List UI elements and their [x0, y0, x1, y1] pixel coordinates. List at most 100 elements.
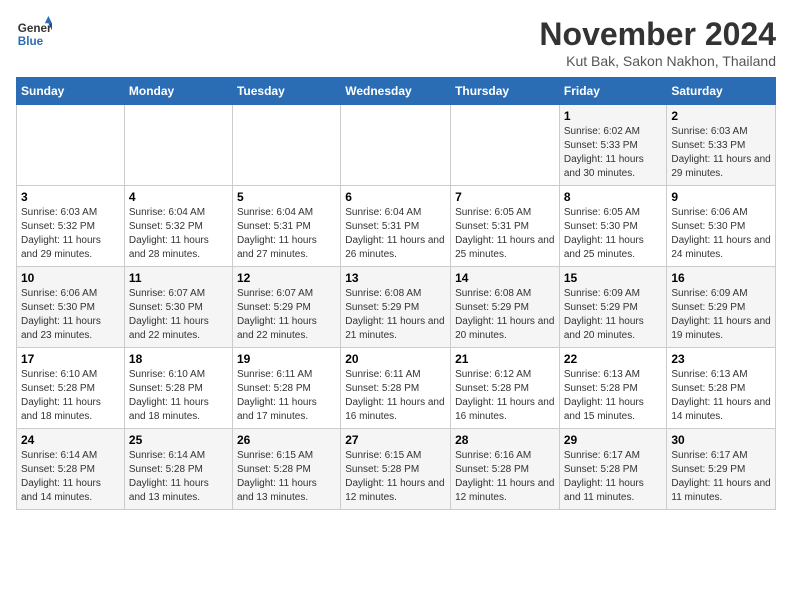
day-info: Sunrise: 6:04 AM Sunset: 5:32 PM Dayligh… — [129, 206, 228, 262]
calendar-cell — [124, 105, 232, 186]
svg-text:General: General — [18, 22, 52, 35]
calendar-cell: 13 Sunrise: 6:08 AM Sunset: 5:29 PM Dayli… — [341, 267, 451, 348]
calendar-cell: 1 Sunrise: 6:02 AM Sunset: 5:33 PM Daylig… — [559, 105, 667, 186]
day-info: Sunrise: 6:08 AM Sunset: 5:29 PM Dayligh… — [455, 287, 555, 343]
day-info: Sunrise: 6:13 AM Sunset: 5:28 PM Dayligh… — [671, 368, 771, 424]
col-header-tuesday: Tuesday — [232, 78, 340, 105]
day-info: Sunrise: 6:04 AM Sunset: 5:31 PM Dayligh… — [237, 206, 336, 262]
day-number: 19 — [237, 352, 336, 366]
calendar-cell: 26 Sunrise: 6:15 AM Sunset: 5:28 PM Dayli… — [232, 429, 340, 510]
calendar-subtitle: Kut Bak, Sakon Nakhon, Thailand — [539, 53, 776, 69]
day-number: 30 — [671, 433, 771, 447]
day-number: 3 — [21, 190, 120, 204]
calendar-cell: 6Sunrise: 6:04 AM Sunset: 5:31 PM Daylig… — [341, 186, 451, 267]
calendar-table: SundayMondayTuesdayWednesdayThursdayFrid… — [16, 77, 776, 510]
calendar-cell: 10Sunrise: 6:06 AM Sunset: 5:30 PM Dayli… — [17, 267, 125, 348]
day-number: 15 — [564, 271, 663, 285]
day-number: 21 — [455, 352, 555, 366]
svg-text:Blue: Blue — [18, 35, 44, 48]
calendar-cell — [451, 105, 560, 186]
calendar-cell: 8 Sunrise: 6:05 AM Sunset: 5:30 PM Daylig… — [559, 186, 667, 267]
calendar-week-row: 24 Sunrise: 6:14 AM Sunset: 5:28 PM Dayli… — [17, 429, 776, 510]
calendar-cell: 19 Sunrise: 6:11 AM Sunset: 5:28 PM Dayli… — [232, 348, 340, 429]
calendar-cell: 29 Sunrise: 6:17 AM Sunset: 5:28 PM Dayli… — [559, 429, 667, 510]
calendar-cell — [232, 105, 340, 186]
calendar-cell: 5 Sunrise: 6:04 AM Sunset: 5:31 PM Daylig… — [232, 186, 340, 267]
calendar-cell: 3 Sunrise: 6:03 AM Sunset: 5:32 PM Daylig… — [17, 186, 125, 267]
day-number: 20 — [345, 352, 446, 366]
day-number: 13 — [345, 271, 446, 285]
day-info: Sunrise: 6:13 AM Sunset: 5:28 PM Dayligh… — [564, 368, 663, 424]
calendar-cell: 28Sunrise: 6:16 AM Sunset: 5:28 PM Dayli… — [451, 429, 560, 510]
day-number: 18 — [129, 352, 228, 366]
day-number: 14 — [455, 271, 555, 285]
calendar-cell: 22Sunrise: 6:13 AM Sunset: 5:28 PM Dayli… — [559, 348, 667, 429]
col-header-sunday: Sunday — [17, 78, 125, 105]
calendar-cell: 23Sunrise: 6:13 AM Sunset: 5:28 PM Dayli… — [667, 348, 776, 429]
day-info: Sunrise: 6:17 AM Sunset: 5:29 PM Dayligh… — [671, 449, 771, 505]
day-number: 16 — [671, 271, 771, 285]
day-number: 6 — [345, 190, 446, 204]
day-info: Sunrise: 6:09 AM Sunset: 5:29 PM Dayligh… — [564, 287, 663, 343]
day-number: 24 — [21, 433, 120, 447]
day-info: Sunrise: 6:15 AM Sunset: 5:28 PM Dayligh… — [237, 449, 336, 505]
day-info: Sunrise: 6:08 AM Sunset: 5:29 PM Dayligh… — [345, 287, 446, 343]
day-number: 28 — [455, 433, 555, 447]
day-number: 4 — [129, 190, 228, 204]
calendar-cell: 16Sunrise: 6:09 AM Sunset: 5:29 PM Dayli… — [667, 267, 776, 348]
day-info: Sunrise: 6:03 AM Sunset: 5:33 PM Dayligh… — [671, 125, 771, 181]
day-number: 27 — [345, 433, 446, 447]
day-number: 7 — [455, 190, 555, 204]
calendar-cell: 24 Sunrise: 6:14 AM Sunset: 5:28 PM Dayli… — [17, 429, 125, 510]
header: General Blue November 2024 Kut Bak, Sako… — [16, 16, 776, 69]
day-info: Sunrise: 6:11 AM Sunset: 5:28 PM Dayligh… — [237, 368, 336, 424]
logo-icon: General Blue — [16, 16, 52, 52]
day-info: Sunrise: 6:02 AM Sunset: 5:33 PM Dayligh… — [564, 125, 663, 181]
day-number: 10 — [21, 271, 120, 285]
day-info: Sunrise: 6:03 AM Sunset: 5:32 PM Dayligh… — [21, 206, 120, 262]
calendar-title: November 2024 — [539, 16, 776, 53]
calendar-cell: 15 Sunrise: 6:09 AM Sunset: 5:29 PM Dayli… — [559, 267, 667, 348]
day-info: Sunrise: 6:17 AM Sunset: 5:28 PM Dayligh… — [564, 449, 663, 505]
day-number: 12 — [237, 271, 336, 285]
day-info: Sunrise: 6:14 AM Sunset: 5:28 PM Dayligh… — [129, 449, 228, 505]
calendar-cell: 9 Sunrise: 6:06 AM Sunset: 5:30 PM Daylig… — [667, 186, 776, 267]
calendar-week-row: 17 Sunrise: 6:10 AM Sunset: 5:28 PM Dayli… — [17, 348, 776, 429]
day-info: Sunrise: 6:05 AM Sunset: 5:30 PM Dayligh… — [564, 206, 663, 262]
day-info: Sunrise: 6:07 AM Sunset: 5:30 PM Dayligh… — [129, 287, 228, 343]
day-number: 8 — [564, 190, 663, 204]
calendar-cell: 18 Sunrise: 6:10 AM Sunset: 5:28 PM Dayli… — [124, 348, 232, 429]
day-number: 17 — [21, 352, 120, 366]
day-number: 2 — [671, 109, 771, 123]
logo: General Blue — [16, 16, 52, 52]
day-info: Sunrise: 6:06 AM Sunset: 5:30 PM Dayligh… — [671, 206, 771, 262]
day-number: 26 — [237, 433, 336, 447]
day-info: Sunrise: 6:12 AM Sunset: 5:28 PM Dayligh… — [455, 368, 555, 424]
calendar-cell: 30 Sunrise: 6:17 AM Sunset: 5:29 PM Dayli… — [667, 429, 776, 510]
day-number: 29 — [564, 433, 663, 447]
day-info: Sunrise: 6:05 AM Sunset: 5:31 PM Dayligh… — [455, 206, 555, 262]
day-number: 1 — [564, 109, 663, 123]
title-area: November 2024 Kut Bak, Sakon Nakhon, Tha… — [539, 16, 776, 69]
col-header-thursday: Thursday — [451, 78, 560, 105]
calendar-cell: 14 Sunrise: 6:08 AM Sunset: 5:29 PM Dayli… — [451, 267, 560, 348]
calendar-cell — [341, 105, 451, 186]
calendar-cell: 17Sunrise: 6:10 AM Sunset: 5:28 PM Dayli… — [17, 348, 125, 429]
calendar-week-row: 10Sunrise: 6:06 AM Sunset: 5:30 PM Dayli… — [17, 267, 776, 348]
col-header-wednesday: Wednesday — [341, 78, 451, 105]
calendar-cell: 11 Sunrise: 6:07 AM Sunset: 5:30 PM Dayli… — [124, 267, 232, 348]
day-number: 11 — [129, 271, 228, 285]
col-header-monday: Monday — [124, 78, 232, 105]
calendar-cell: 25Sunrise: 6:14 AM Sunset: 5:28 PM Dayli… — [124, 429, 232, 510]
day-info: Sunrise: 6:15 AM Sunset: 5:28 PM Dayligh… — [345, 449, 446, 505]
calendar-cell: 21 Sunrise: 6:12 AM Sunset: 5:28 PM Dayli… — [451, 348, 560, 429]
calendar-cell — [17, 105, 125, 186]
calendar-week-row: 3 Sunrise: 6:03 AM Sunset: 5:32 PM Daylig… — [17, 186, 776, 267]
day-info: Sunrise: 6:14 AM Sunset: 5:28 PM Dayligh… — [21, 449, 120, 505]
calendar-cell: 27 Sunrise: 6:15 AM Sunset: 5:28 PM Dayli… — [341, 429, 451, 510]
day-info: Sunrise: 6:10 AM Sunset: 5:28 PM Dayligh… — [129, 368, 228, 424]
day-number: 5 — [237, 190, 336, 204]
calendar-header-row: SundayMondayTuesdayWednesdayThursdayFrid… — [17, 78, 776, 105]
day-number: 9 — [671, 190, 771, 204]
day-info: Sunrise: 6:07 AM Sunset: 5:29 PM Dayligh… — [237, 287, 336, 343]
